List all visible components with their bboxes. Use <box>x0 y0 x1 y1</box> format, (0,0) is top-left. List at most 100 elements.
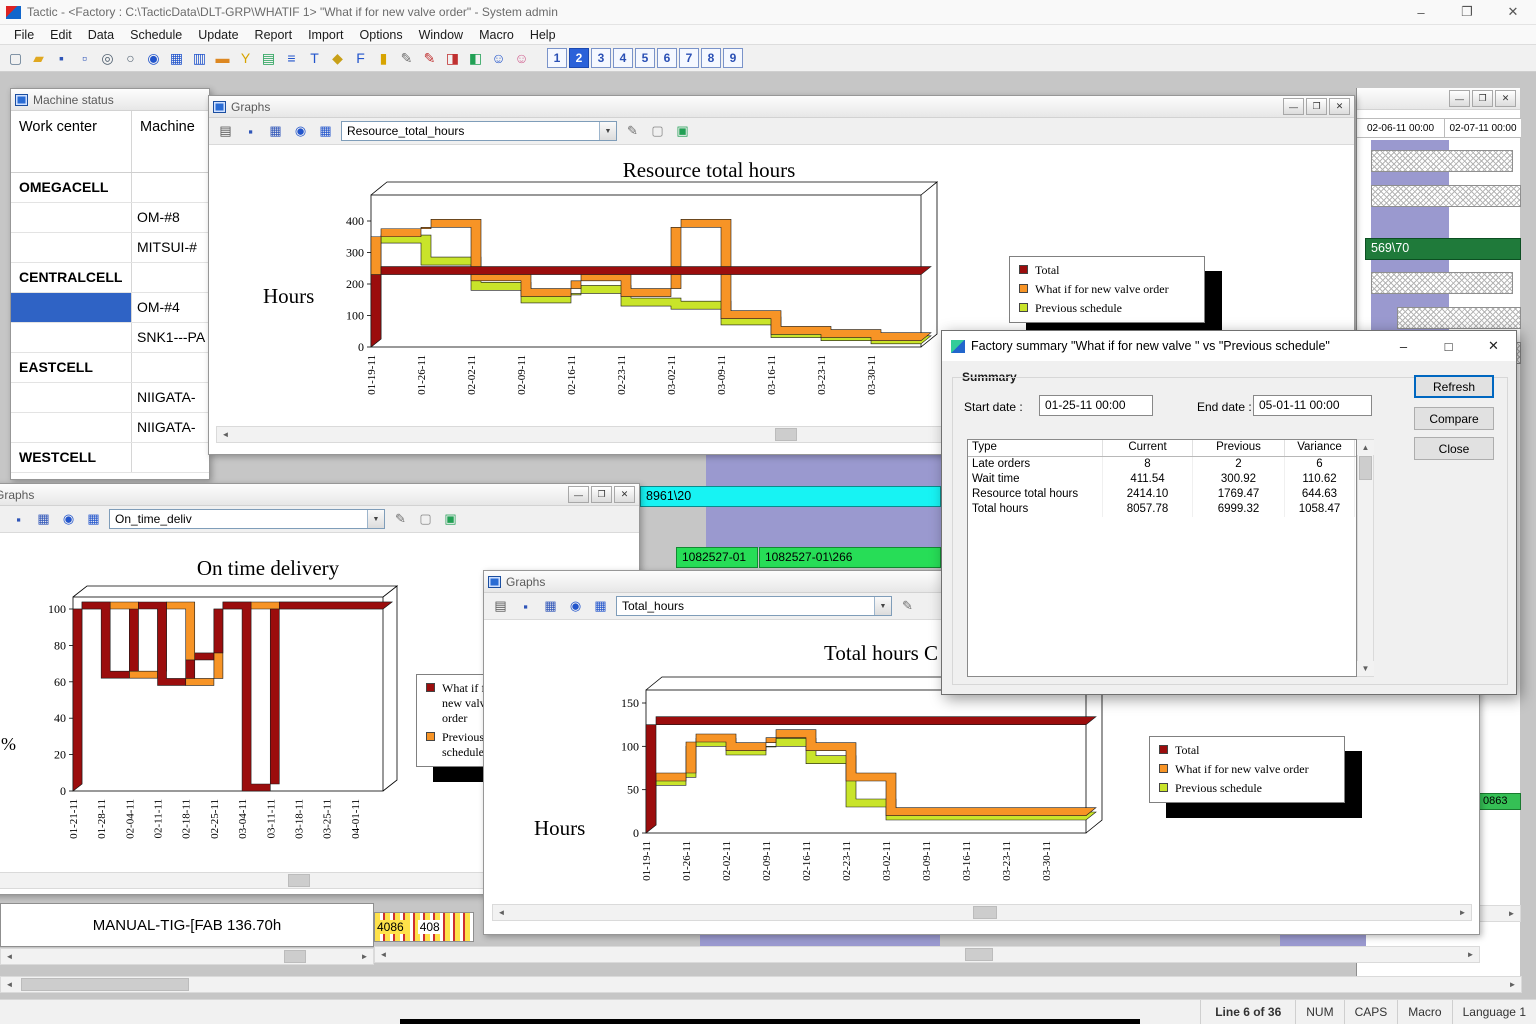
new-page-icon[interactable]: ▢ <box>416 510 435 528</box>
graph-select-dropdown[interactable]: Total_hours ▼ <box>616 596 892 616</box>
chevron-down-icon[interactable]: ▼ <box>874 597 891 615</box>
scroll-thumb[interactable] <box>284 950 306 963</box>
scroll-down-arrow-icon[interactable]: ▼ <box>1357 661 1374 676</box>
function-icon[interactable]: F <box>350 48 371 69</box>
end-date-field[interactable]: 05-01-11 00:00 <box>1253 395 1372 416</box>
machine-cell[interactable] <box>132 353 209 382</box>
menu-edit[interactable]: Edit <box>42 28 80 42</box>
scroll-right-arrow-icon[interactable]: ► <box>1454 905 1471 920</box>
report-icon[interactable]: ▥ <box>189 48 210 69</box>
scroll-thumb[interactable] <box>965 948 993 961</box>
clock-icon[interactable]: ◉ <box>566 597 585 615</box>
table-view-icon[interactable]: ▦ <box>541 597 560 615</box>
image-export-icon[interactable]: ▣ <box>673 122 692 140</box>
machine-table-row[interactable]: NIIGATA- <box>11 413 209 443</box>
machine-cell[interactable]: MITSUI-# <box>132 233 209 262</box>
view-button-3[interactable]: 3 <box>591 48 611 68</box>
gantt-hatched-bar[interactable] <box>1371 150 1513 172</box>
export-icon[interactable]: ▫ <box>74 48 95 69</box>
machine-cell[interactable]: OM-#8 <box>132 203 209 232</box>
scroll-left-arrow-icon[interactable]: ◄ <box>217 427 234 442</box>
graph-select-dropdown[interactable]: On_time_deliv ▼ <box>109 509 385 529</box>
window-minimize-button[interactable]: — <box>1283 98 1304 115</box>
chart-hscroll[interactable]: ◄ ► <box>492 904 1472 921</box>
work-center-cell[interactable] <box>11 233 132 262</box>
scroll-right-arrow-icon[interactable]: ► <box>1462 947 1479 962</box>
grid-icon[interactable]: ▦ <box>591 597 610 615</box>
view-button-2[interactable]: 2 <box>569 48 589 68</box>
view-button-5[interactable]: 5 <box>635 48 655 68</box>
search-document-icon[interactable]: ◎ <box>97 48 118 69</box>
calendar-grid-icon[interactable]: ▦ <box>166 48 187 69</box>
new-page-icon[interactable]: ▢ <box>5 48 26 69</box>
chart-link-icon[interactable]: ◨ <box>442 48 463 69</box>
save-icon[interactable]: ▪ <box>9 510 28 528</box>
chevron-down-icon[interactable]: ▼ <box>367 510 384 528</box>
scroll-thumb[interactable] <box>288 874 310 887</box>
graph-select-dropdown[interactable]: Resource_total_hours ▼ <box>341 121 617 141</box>
work-center-cell[interactable] <box>11 413 132 442</box>
summary-column-header[interactable]: Previous <box>1193 440 1285 456</box>
menu-update[interactable]: Update <box>190 28 246 42</box>
machine-table-row[interactable]: OM-#8 <box>11 203 209 233</box>
scroll-thumb[interactable] <box>775 428 797 441</box>
gantt-hatched-bar[interactable] <box>1397 307 1521 329</box>
summary-table-row[interactable]: Resource total hours2414.101769.47644.63 <box>968 487 1356 502</box>
summary-column-header[interactable]: Type <box>968 440 1103 456</box>
edit-cell-icon[interactable]: ✎ <box>396 48 417 69</box>
machine-table-row[interactable]: MITSUI-# <box>11 233 209 263</box>
app-minimize-button[interactable]: – <box>1398 0 1444 25</box>
gantt-bar-569[interactable]: 569\70 <box>1365 238 1521 260</box>
machine-cell[interactable]: SNK1---PA <box>132 323 209 352</box>
menu-window[interactable]: Window <box>411 28 471 42</box>
dialog-close-button[interactable]: ✕ <box>1471 331 1516 361</box>
table-view-icon[interactable]: ▦ <box>266 122 285 140</box>
menu-report[interactable]: Report <box>247 28 301 42</box>
gantt-minimize-button[interactable]: — <box>1449 90 1470 107</box>
window-minimize-button[interactable]: — <box>568 486 589 503</box>
gantt-bar-1082527[interactable]: 1082527-01 <box>676 547 758 568</box>
summary-table-row[interactable]: Late orders826 <box>968 457 1356 472</box>
new-page-icon[interactable]: ▢ <box>648 122 667 140</box>
image-export-icon[interactable]: ▣ <box>441 510 460 528</box>
edit-graph-icon[interactable]: ✎ <box>898 597 917 615</box>
gantt-bar-4086-group[interactable]: 4086 408 <box>374 912 474 942</box>
work-center-cell[interactable]: OMEGACELL <box>11 173 132 202</box>
scroll-up-arrow-icon[interactable]: ▲ <box>1357 440 1374 455</box>
view-button-1[interactable]: 1 <box>547 48 567 68</box>
machine-table-row[interactable]: CENTRALCELL <box>11 263 209 293</box>
gantt-bar-8961[interactable]: 8961\20 <box>640 486 941 507</box>
compare-button[interactable]: Compare <box>1414 407 1494 430</box>
machine-cell[interactable]: NIIGATA- <box>132 413 209 442</box>
summary-table-row[interactable]: Total hours8057.786999.321058.47 <box>968 502 1356 517</box>
machine-table-row[interactable]: NIIGATA- <box>11 383 209 413</box>
app-maximize-button[interactable]: ❐ <box>1444 0 1490 25</box>
sort-icon[interactable]: ≡ <box>281 48 302 69</box>
edit-graph-icon[interactable]: ✎ <box>391 510 410 528</box>
scroll-right-arrow-icon[interactable]: ► <box>356 949 373 964</box>
table-view-icon[interactable]: ▦ <box>34 510 53 528</box>
refresh-button[interactable]: Refresh <box>1414 375 1494 398</box>
close-button[interactable]: Close <box>1414 437 1494 460</box>
work-center-cell[interactable] <box>11 383 132 412</box>
view-button-7[interactable]: 7 <box>679 48 699 68</box>
gantt-tree-icon[interactable]: ▤ <box>258 48 279 69</box>
gantt-bar-1082527-266[interactable]: 1082527-01\266 <box>759 547 941 568</box>
summary-column-header[interactable]: Current <box>1103 440 1193 456</box>
view-button-4[interactable]: 4 <box>613 48 633 68</box>
machine-cell[interactable] <box>132 443 209 472</box>
save-icon[interactable]: ▪ <box>51 48 72 69</box>
bars-icon[interactable]: ▮ <box>373 48 394 69</box>
menu-macro[interactable]: Macro <box>471 28 522 42</box>
view-button-9[interactable]: 9 <box>723 48 743 68</box>
pin-icon[interactable]: ◆ <box>327 48 348 69</box>
machine-table-row[interactable]: SNK1---PA <box>11 323 209 353</box>
work-center-cell[interactable]: CENTRALCELL <box>11 263 132 292</box>
machine-cell[interactable]: OM-#4 <box>132 293 209 322</box>
save-icon[interactable]: ▪ <box>516 597 535 615</box>
edit-graph-icon[interactable]: ✎ <box>623 122 642 140</box>
machine-table-row[interactable]: EASTCELL <box>11 353 209 383</box>
scroll-left-arrow-icon[interactable]: ◄ <box>493 905 510 920</box>
grid-icon[interactable]: ▦ <box>84 510 103 528</box>
gantt-bar-0863[interactable]: 0863 <box>1479 793 1521 810</box>
